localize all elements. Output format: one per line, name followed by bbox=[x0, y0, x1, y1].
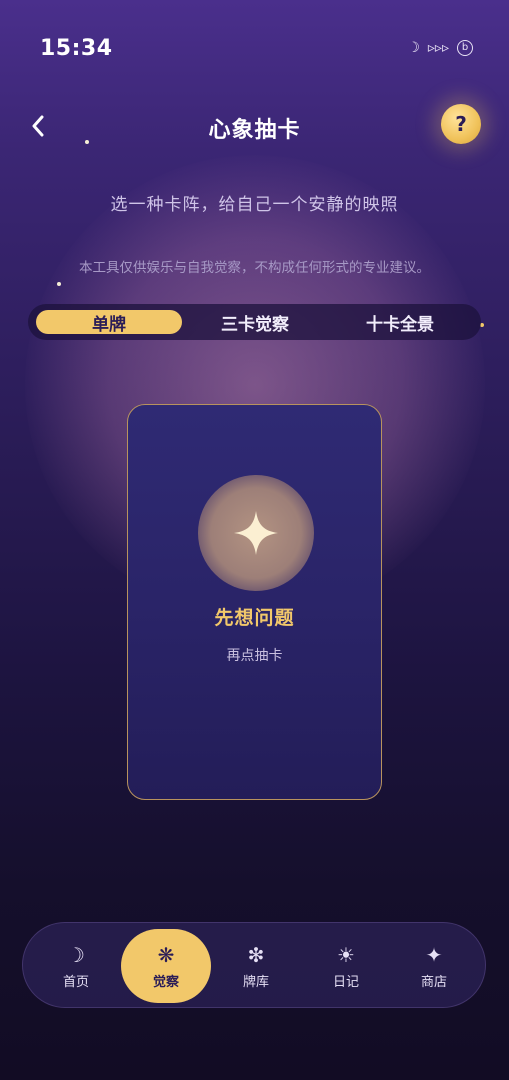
nav-item-shop[interactable]: ✦ 商店 bbox=[389, 923, 479, 1009]
tab-ten-card[interactable]: 十卡全景 bbox=[330, 310, 470, 335]
bottom-nav: ☽ 首页 ❋ 觉察 ❇ 牌库 ☀ 日记 ✦ 商店 bbox=[22, 922, 486, 1008]
nav-label: 首页 bbox=[62, 974, 89, 990]
signal-icon: ▹▹▹ bbox=[427, 40, 449, 56]
card-subtitle: 再点抽卡 bbox=[226, 648, 283, 664]
battery-icon: b bbox=[457, 40, 473, 56]
help-button[interactable]: ? bbox=[441, 104, 481, 144]
status-bar: 15:34 ☽ ▹▹▹ b bbox=[0, 0, 509, 90]
nav-label: 商店 bbox=[420, 974, 447, 990]
spread-tabs: 单牌 三卡觉察 十卡全景 bbox=[28, 304, 481, 340]
nav-item-diary[interactable]: ☀ 日记 bbox=[301, 923, 391, 1009]
snowflake-icon: ❇ bbox=[247, 942, 265, 967]
status-icons: ☽ ▹▹▹ b bbox=[407, 40, 473, 56]
sparkle-dot bbox=[85, 140, 89, 144]
card-title: 先想问题 bbox=[214, 607, 295, 629]
nav-label: 觉察 bbox=[152, 974, 179, 990]
nav-item-deck[interactable]: ❇ 牌库 bbox=[211, 923, 301, 1009]
moon-icon: ☽ bbox=[407, 40, 420, 56]
nav-label: 牌库 bbox=[242, 974, 269, 990]
draw-card[interactable]: 先想问题 再点抽卡 bbox=[127, 404, 382, 800]
sparkle-icon bbox=[234, 511, 278, 555]
asterisk-icon: ❋ bbox=[157, 942, 175, 967]
nav-item-home[interactable]: ☽ 首页 bbox=[31, 923, 121, 1009]
header: 心象抽卡 ? bbox=[0, 100, 509, 152]
nav-item-awareness[interactable]: ❋ 觉察 bbox=[121, 923, 211, 1009]
tab-single[interactable]: 单牌 bbox=[36, 310, 182, 335]
tab-three-card[interactable]: 三卡觉察 bbox=[188, 310, 322, 335]
page-title: 心象抽卡 bbox=[208, 118, 301, 143]
moon-icon: ☽ bbox=[67, 942, 85, 967]
nav-label: 日记 bbox=[332, 974, 359, 990]
star-icon: ✦ bbox=[425, 942, 443, 967]
disclaimer: 本工具仅供娱乐与自我觉察，不构成任何形式的专业建议。 bbox=[79, 260, 430, 276]
sun-icon: ☀ bbox=[337, 942, 355, 967]
subtitle: 选一种卡阵，给自己一个安静的映照 bbox=[110, 195, 399, 215]
sparkle-dot bbox=[57, 282, 61, 286]
card-orb bbox=[198, 475, 314, 591]
status-time: 15:34 bbox=[40, 36, 113, 61]
